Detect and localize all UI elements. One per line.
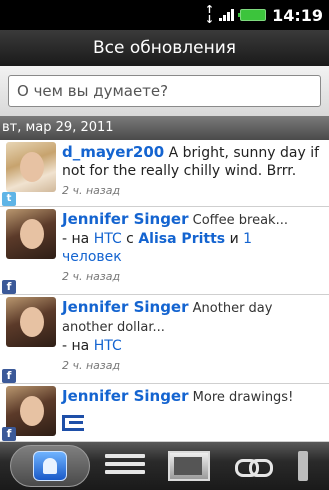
post-text: Coffee break... (188, 213, 288, 228)
avatar[interactable] (6, 209, 56, 259)
facebook-icon: f (2, 280, 16, 294)
author-name[interactable]: Jennifer Singer (62, 210, 189, 228)
list-item[interactable]: f Jennifer Singer Coffee break... - на H… (0, 207, 329, 295)
more-icon (298, 451, 308, 481)
item-text: Jennifer Singer More drawings! (62, 387, 323, 407)
tab-links[interactable] (224, 446, 282, 486)
updates-feed[interactable]: t d_mayer200 A bright, sunny day if not … (0, 140, 329, 442)
location-link[interactable]: HTC (94, 338, 122, 354)
status-update-input[interactable]: О чем вы думаете? (8, 75, 321, 107)
tagged-count-suffix[interactable]: человек (62, 249, 122, 265)
date-header: вт, мар 29, 2011 (0, 116, 329, 140)
status-bar: ↑ ↓ 14:19 (0, 0, 329, 30)
item-body: Jennifer Singer Coffee break... - на HTC… (58, 207, 329, 294)
status-update-area: О чем вы думаете? (0, 66, 329, 116)
tab-all-updates[interactable] (10, 445, 90, 487)
with-text: с (121, 231, 139, 247)
tagged-person-link[interactable]: Alisa Pritts (138, 231, 225, 247)
item-body: Jennifer Singer More drawings! (58, 384, 329, 441)
twitter-icon: t (2, 192, 16, 206)
signal-strength-icon (219, 9, 235, 21)
data-transfer-icon: ↑ ↓ (204, 3, 214, 26)
post-text: More drawings! (188, 390, 294, 405)
all-updates-icon (33, 451, 67, 481)
avatar-container: t (0, 140, 58, 206)
avatar[interactable] (6, 297, 56, 347)
timestamp: 2 ч. назад (62, 359, 121, 372)
avatar[interactable] (6, 142, 56, 192)
tab-comments[interactable] (96, 446, 154, 486)
author-name[interactable]: Jennifer Singer (62, 298, 189, 316)
tagged-count-link[interactable]: 1 (243, 231, 252, 247)
facebook-icon: f (2, 427, 16, 441)
author-name[interactable]: d_mayer200 (62, 143, 164, 161)
list-item[interactable]: t d_mayer200 A bright, sunny day if not … (0, 140, 329, 207)
timestamp: 2 ч. назад (62, 184, 121, 197)
tab-photos[interactable] (160, 446, 218, 486)
tab-more[interactable] (288, 446, 318, 486)
image-attachment-icon[interactable] (62, 415, 84, 431)
item-text: Jennifer Singer Another day another doll… (62, 298, 323, 355)
location-link[interactable]: HTC (94, 231, 122, 247)
location-prefix: - на (62, 338, 94, 354)
photos-icon (168, 451, 210, 481)
location-prefix: - на (62, 231, 94, 247)
author-name[interactable]: Jennifer Singer (62, 387, 189, 405)
timestamp: 2 ч. назад (62, 270, 121, 283)
item-body: d_mayer200 A bright, sunny day if not fo… (58, 140, 329, 206)
battery-icon (238, 9, 267, 21)
bottom-tab-bar (0, 442, 329, 490)
avatar-container: f (0, 384, 58, 441)
page-title: Все обновления (0, 30, 329, 66)
links-icon (233, 456, 273, 477)
status-time: 14:19 (272, 5, 323, 25)
avatar-container: f (0, 295, 58, 383)
and-text: и (225, 231, 244, 247)
item-text: d_mayer200 A bright, sunny day if not fo… (62, 143, 323, 180)
item-text: Jennifer Singer Coffee break... - на HTC… (62, 210, 323, 266)
facebook-icon: f (2, 369, 16, 383)
list-item[interactable]: f Jennifer Singer Another day another do… (0, 295, 329, 384)
item-body: Jennifer Singer Another day another doll… (58, 295, 329, 383)
avatar-container: f (0, 207, 58, 294)
list-item[interactable]: f Jennifer Singer More drawings! (0, 384, 329, 442)
comments-icon (105, 454, 145, 478)
